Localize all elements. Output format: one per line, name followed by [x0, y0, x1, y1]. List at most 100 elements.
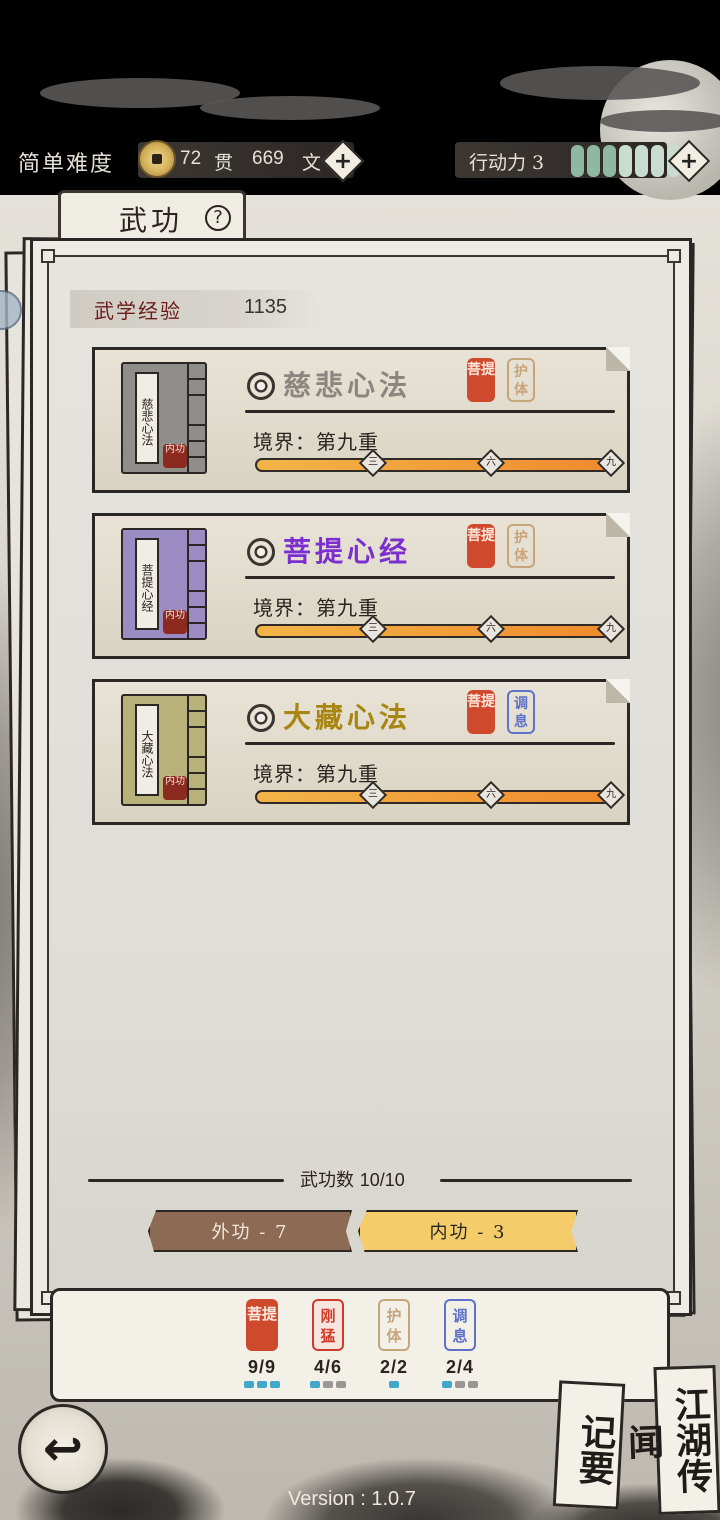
external-skills-tab[interactable]: 外功 - 7	[148, 1210, 352, 1252]
realm-marker-label: 三	[368, 789, 378, 800]
skill-name: 大藏心法	[283, 701, 412, 734]
skill-type-icon	[247, 372, 275, 400]
cloud-decoration	[500, 66, 700, 100]
back-button[interactable]: ↩	[18, 1404, 108, 1494]
attribute-summary-item[interactable]: 调息 2/4	[437, 1299, 483, 1389]
martial-exp-label: 武学经验	[94, 299, 182, 323]
action-points-label: 行动力 3	[469, 152, 545, 174]
attribute-dots	[437, 1381, 483, 1389]
divider-line	[245, 410, 615, 413]
notes-button[interactable]: 记要	[552, 1380, 626, 1510]
page-fold-decoration	[606, 513, 630, 537]
realm-marker: 六	[476, 614, 506, 644]
realm-marker-label: 六	[486, 789, 496, 800]
attribute-summary-item[interactable]: 菩提 9/9	[239, 1299, 285, 1389]
page-fold-decoration	[606, 679, 630, 703]
skill-realm: 境界：第九重	[253, 596, 379, 620]
progress-dot	[389, 1381, 399, 1388]
attribute-tag: 护体	[378, 1299, 410, 1351]
divider-line	[440, 1179, 632, 1182]
martial-exp-value: 1135	[244, 296, 288, 318]
realm-progress-bar	[255, 624, 617, 638]
internal-skills-tab[interactable]: 内功 - 3	[358, 1210, 578, 1252]
skill-realm: 境界：第九重	[253, 762, 379, 786]
attribute-tag: 护体	[507, 358, 535, 402]
attribute-dots	[371, 1381, 417, 1389]
divider-line	[245, 742, 615, 745]
action-pip	[571, 145, 584, 177]
action-pip	[587, 145, 600, 177]
progress-dot	[270, 1381, 280, 1388]
skill-type-icon	[247, 704, 275, 732]
corner-ornament	[41, 249, 55, 263]
attribute-tag: 调息	[507, 690, 535, 734]
attribute-tag: 菩提	[246, 1299, 278, 1351]
book-title: 菩提心经	[135, 538, 159, 630]
book-title: 慈悲心法	[135, 372, 159, 464]
skill-card[interactable]: 菩提心经 内功 菩提心经 菩提 护体 境界：第九重三六九	[92, 513, 630, 659]
skill-count-label: 武功数	[300, 1170, 354, 1191]
book-title: 大藏心法	[135, 704, 159, 796]
book-seal: 内功	[163, 444, 187, 468]
book-seal: 内功	[163, 776, 187, 800]
action-pip	[651, 145, 664, 177]
realm-marker-label: 九	[606, 457, 616, 468]
corner-ornament	[667, 249, 681, 263]
top-bar: 简单难度 72 贯 669 文 + 行动力 3 +	[0, 0, 720, 200]
difficulty-label: 简单难度	[18, 152, 115, 177]
attribute-tag: 菩提	[467, 524, 495, 568]
skill-card[interactable]: 慈悲心法 内功 慈悲心法 菩提 护体 境界：第九重三六九	[92, 347, 630, 493]
progress-dot	[323, 1381, 333, 1388]
attribute-tag: 菩提	[467, 358, 495, 402]
help-icon[interactable]: ?	[205, 205, 231, 231]
plus-icon: +	[679, 148, 699, 174]
divider-line	[88, 1179, 284, 1182]
plus-icon: +	[333, 148, 353, 174]
progress-dot	[442, 1381, 452, 1388]
realm-marker-label: 九	[606, 789, 616, 800]
skill-book-icon: 慈悲心法 内功	[121, 362, 207, 474]
skill-card[interactable]: 大藏心法 内功 大藏心法 菩提 调息 境界：第九重三六九	[92, 679, 630, 825]
status-row: 简单难度 72 贯 669 文 + 行动力 3 +	[0, 138, 720, 184]
progress-dot	[455, 1381, 465, 1388]
divider-line	[245, 576, 615, 579]
martial-exp-row: 武学经验 1135	[70, 290, 320, 328]
progress-dot	[336, 1381, 346, 1388]
action-pip	[635, 145, 648, 177]
action-pip	[603, 145, 616, 177]
cloud-decoration	[600, 110, 720, 132]
realm-marker-label: 六	[486, 457, 496, 468]
realm-marker: 六	[476, 780, 506, 810]
progress-dot	[468, 1381, 478, 1388]
money-wen-unit: 文	[302, 152, 322, 174]
attribute-summary-item[interactable]: 护体 2/2	[371, 1299, 417, 1389]
tab-title: 武功	[119, 204, 184, 237]
attribute-count: 2/4	[445, 1357, 475, 1377]
version-label: Version : 1.0.7	[288, 1488, 416, 1510]
realm-marker-label: 三	[368, 457, 378, 468]
realm-marker: 九	[596, 780, 626, 810]
cloud-decoration	[200, 96, 380, 120]
realm-marker: 六	[476, 448, 506, 478]
skill-name: 慈悲心法	[283, 369, 412, 402]
realm-marker: 九	[596, 448, 626, 478]
coin-icon	[138, 140, 176, 178]
attribute-tag: 调息	[444, 1299, 476, 1351]
skill-count: 武功数 10/10	[300, 1166, 405, 1192]
attribute-summary-item[interactable]: 刚猛 4/6	[305, 1299, 351, 1389]
rumors-button[interactable]: 江湖传闻	[621, 1364, 720, 1516]
skill-realm: 境界：第九重	[253, 430, 379, 454]
progress-dot	[310, 1381, 320, 1388]
skill-book-icon: 菩提心经 内功	[121, 528, 207, 640]
money-guan: 72	[180, 148, 202, 169]
page-fold-decoration	[606, 347, 630, 371]
attribute-tag: 菩提	[467, 690, 495, 734]
realm-marker-label: 六	[486, 623, 496, 634]
realm-progress-bar	[255, 790, 617, 804]
realm-marker-label: 九	[606, 623, 616, 634]
money-guan-unit: 贯	[214, 152, 234, 174]
book-seal: 内功	[163, 610, 187, 634]
skill-count-value: 10/10	[359, 1170, 405, 1190]
realm-marker: 九	[596, 614, 626, 644]
attribute-count: 4/6	[313, 1357, 343, 1377]
